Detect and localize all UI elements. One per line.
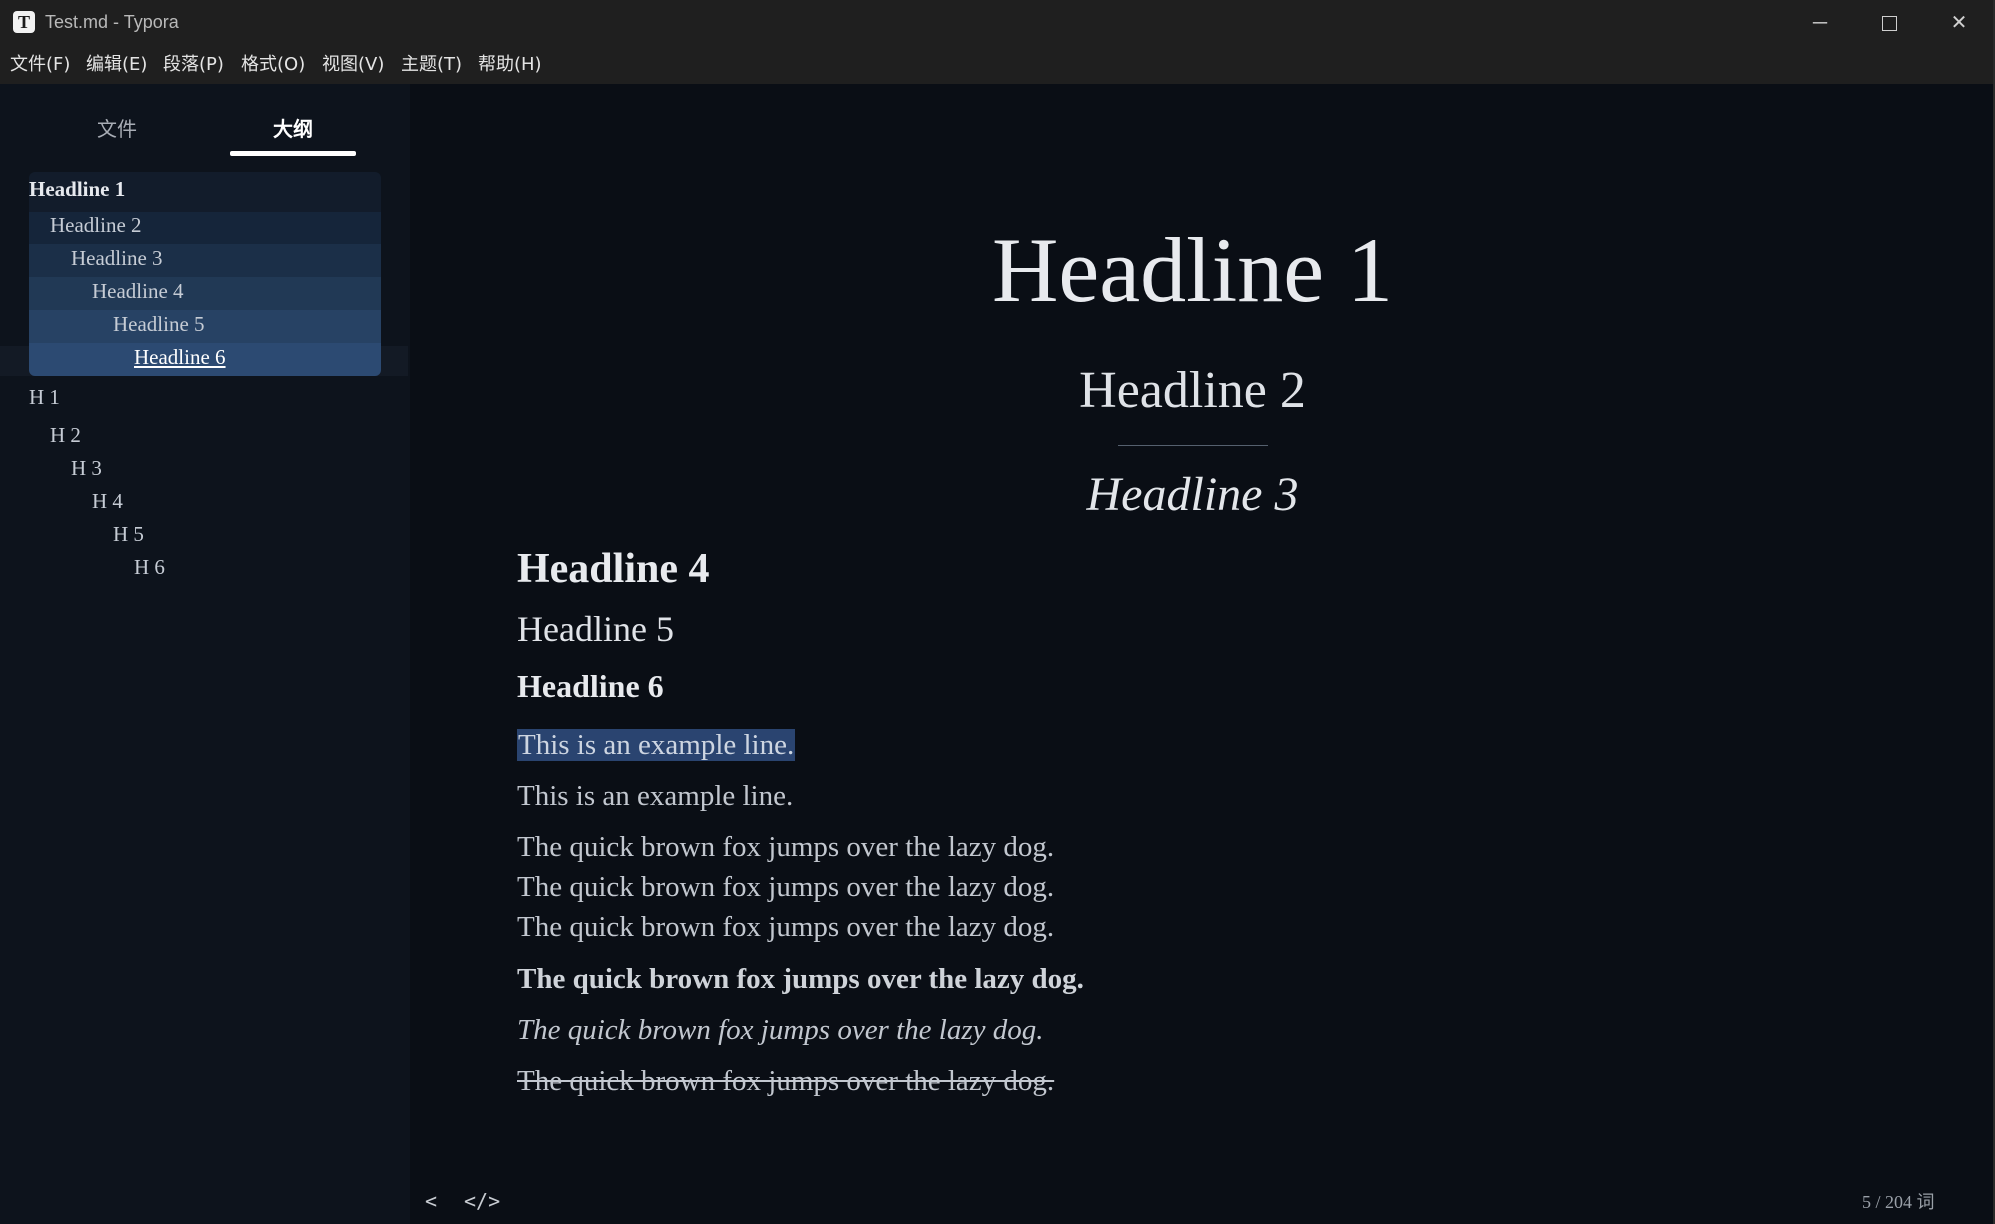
close-button[interactable]: ✕ xyxy=(1924,0,1994,46)
menu-view[interactable]: 视图(V) xyxy=(322,52,384,78)
outline-item-headline-4[interactable]: Headline 4 xyxy=(92,278,184,304)
menu-paragraph[interactable]: 段落(P) xyxy=(163,52,224,78)
doc-headline-5[interactable]: Headline 5 xyxy=(517,607,674,651)
doc-headline-2[interactable]: Headline 2 xyxy=(410,362,1975,420)
outline-band xyxy=(29,310,381,343)
typora-window: T Test.md - Typora ─ ✕ 文件(F) 编辑(E) 段落(P)… xyxy=(0,0,1995,1224)
code-icon: </> xyxy=(464,1189,501,1213)
outline-item-h5[interactable]: H 5 xyxy=(113,521,144,547)
outline-item-headline-6[interactable]: Headline 6 xyxy=(134,344,226,370)
minimize-button[interactable]: ─ xyxy=(1785,0,1855,46)
headline-2-rule xyxy=(1118,445,1268,446)
fox-line-strikethrough[interactable]: The quick brown fox jumps over the lazy … xyxy=(517,1061,1054,1101)
menu-edit[interactable]: 编辑(E) xyxy=(86,52,147,78)
tab-files[interactable]: 文件 xyxy=(54,114,180,144)
outline-item-headline-2[interactable]: Headline 2 xyxy=(50,212,142,238)
fox-line-3[interactable]: The quick brown fox jumps over the lazy … xyxy=(517,907,1054,947)
outline-item-headline-5[interactable]: Headline 5 xyxy=(113,311,205,337)
doc-headline-1[interactable]: Headline 1 xyxy=(410,220,1975,320)
maximize-icon xyxy=(1881,16,1897,32)
fox-line-1[interactable]: The quick brown fox jumps over the lazy … xyxy=(517,827,1054,867)
close-icon: ✕ xyxy=(1950,12,1968,34)
source-mode-button[interactable]: </> xyxy=(464,1186,500,1216)
fox-line-italic[interactable]: The quick brown fox jumps over the lazy … xyxy=(517,1010,1044,1050)
menu-bar: 文件(F) 编辑(E) 段落(P) 格式(O) 视图(V) 主题(T) 帮助(H… xyxy=(0,46,1995,84)
outline-item-headline-3[interactable]: Headline 3 xyxy=(71,245,163,271)
tab-outline[interactable]: 大纲 xyxy=(230,114,356,144)
outline-item-h2[interactable]: H 2 xyxy=(50,422,81,448)
outline-item-h3[interactable]: H 3 xyxy=(71,455,102,481)
toggle-sidebar-button[interactable]: < xyxy=(425,1186,437,1216)
window-title: Test.md - Typora xyxy=(45,12,179,32)
chevron-left-icon: < xyxy=(425,1189,438,1213)
outline-item-h4[interactable]: H 4 xyxy=(92,488,123,514)
outline-item-h1[interactable]: H 1 xyxy=(29,384,60,410)
doc-headline-6[interactable]: Headline 6 xyxy=(517,666,664,706)
title-bar: T Test.md - Typora ─ ✕ xyxy=(0,0,1995,46)
word-count[interactable]: 5 / 204 词 xyxy=(1862,1190,1935,1214)
doc-headline-3[interactable]: Headline 3 xyxy=(410,467,1975,523)
fox-line-bold[interactable]: The quick brown fox jumps over the lazy … xyxy=(517,959,1084,999)
outline-item-headline-1[interactable]: Headline 1 xyxy=(29,176,125,202)
menu-format[interactable]: 格式(O) xyxy=(241,52,305,78)
menu-file[interactable]: 文件(F) xyxy=(10,52,70,78)
minimize-icon: ─ xyxy=(1812,12,1828,34)
example-line[interactable]: This is an example line. xyxy=(517,776,793,816)
active-tab-indicator xyxy=(230,151,356,156)
sidebar: 文件 大纲 Headline 1 Headline 2 Headline 3 H… xyxy=(0,84,410,1224)
doc-headline-4[interactable]: Headline 4 xyxy=(517,544,710,594)
menu-theme[interactable]: 主题(T) xyxy=(401,52,462,78)
maximize-button[interactable] xyxy=(1854,0,1924,46)
selected-example-line[interactable]: This is an example line. xyxy=(517,725,796,765)
menu-help[interactable]: 帮助(H) xyxy=(478,52,542,78)
editor-area[interactable]: Headline 1 Headline 2 Headline 3 Headlin… xyxy=(410,84,1995,1224)
fox-line-2[interactable]: The quick brown fox jumps over the lazy … xyxy=(517,867,1054,907)
outline-band xyxy=(29,277,381,310)
typora-app-icon: T xyxy=(13,11,35,33)
text-selection: This is an example line. xyxy=(517,729,796,761)
outline-item-h6[interactable]: H 6 xyxy=(134,554,165,580)
